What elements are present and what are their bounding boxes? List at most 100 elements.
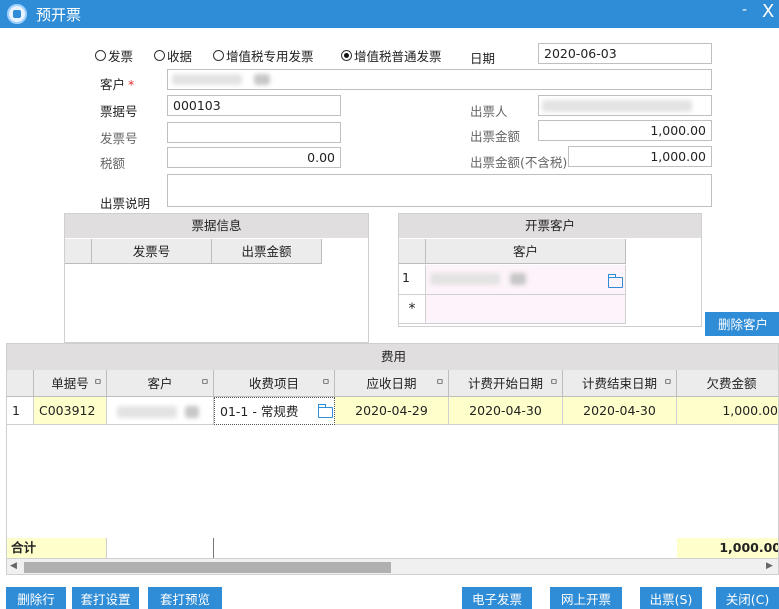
fee-item-cell[interactable]: 01-1 - 常规费 [214, 397, 335, 425]
column-invoice-no[interactable]: 发票号 [92, 239, 212, 264]
scroll-right-icon[interactable]: ▶ [766, 561, 773, 571]
note-field[interactable] [167, 174, 712, 207]
title-bar: 预开票 - X [0, 0, 779, 28]
close-window-button[interactable]: X [762, 1, 774, 22]
new-customer-cell[interactable] [426, 295, 626, 324]
pin-icon[interactable]: ㅁ [436, 370, 444, 397]
e-invoice-button[interactable]: 电子发票 [462, 587, 532, 609]
customer-label-text: 客户 [100, 77, 126, 92]
invoice-no-field[interactable] [167, 122, 341, 143]
pin-icon[interactable]: ㅁ [664, 370, 672, 397]
delete-customer-button[interactable]: 删除客户 [705, 312, 779, 336]
print-preview-button[interactable]: 套打预览 [148, 587, 222, 609]
column-issue-amount[interactable]: 出票金额 [212, 239, 322, 264]
note-label: 出票说明 [100, 196, 151, 211]
column-customer-label: 客户 [147, 376, 173, 391]
new-row-marker: * [399, 295, 426, 324]
delete-row-button[interactable]: 删除行 [6, 587, 66, 609]
column-customer[interactable]: 客户 [426, 239, 626, 264]
doc-no-cell[interactable]: C003912 [34, 397, 107, 425]
issue-amount-label: 出票金额 [470, 129, 521, 144]
column-doc-no[interactable]: 单据号ㅁ [34, 370, 107, 397]
pin-icon[interactable]: ㅁ [94, 370, 102, 397]
arrears-cell[interactable]: 1,000.00 [677, 397, 778, 425]
receipt-info-title: 票据信息 [65, 214, 368, 238]
customer-field[interactable] [167, 69, 712, 90]
radio-label: 收据 [167, 49, 193, 64]
radio-vat-special[interactable]: 增值税专用发票 [213, 46, 314, 65]
redacted-text [510, 273, 526, 285]
fee-item-value: 01-1 - 常规费 [220, 404, 299, 419]
radio-label: 增值税专用发票 [226, 49, 314, 64]
minimize-button[interactable]: - [742, 2, 747, 18]
column-end-date[interactable]: 计费结束日期ㅁ [563, 370, 677, 397]
column-due-date[interactable]: 应收日期 ㅁ [335, 370, 449, 397]
redacted-text [172, 74, 242, 85]
column-fee-item-label: 收费项目 [248, 376, 299, 391]
row-number: 1 [399, 265, 426, 295]
receipt-no-label: 票据号 [100, 104, 138, 119]
radio-dot-icon [95, 50, 106, 61]
invoice-no-label: 发票号 [100, 131, 138, 146]
pin-icon[interactable]: ㅁ [550, 370, 558, 397]
radio-invoice[interactable]: 发票 [95, 46, 133, 65]
column-customer[interactable]: 客户 ㅁ [107, 370, 214, 397]
customer-cell[interactable] [426, 265, 626, 295]
total-amount: 1,000.00 [677, 538, 778, 558]
online-invoice-button[interactable]: 网上开票 [550, 587, 622, 609]
app-logo-icon [7, 4, 27, 24]
redacted-text [185, 406, 199, 418]
amount-ex-tax-field[interactable]: 1,000.00 [568, 146, 712, 167]
issue-amount-field[interactable]: 1,000.00 [538, 120, 712, 141]
column-doc-no-label: 单据号 [51, 376, 89, 391]
date-field[interactable]: 2020-06-03 [538, 43, 712, 64]
radio-dot-icon [154, 50, 165, 61]
fee-title: 费用 [7, 344, 778, 370]
column-fee-item[interactable]: 收费项目 ㅁ [214, 370, 335, 397]
receipt-no-field[interactable]: 000103 [167, 95, 341, 116]
receipt-info-panel: 票据信息 发票号 出票金额 [64, 213, 369, 343]
folder-icon[interactable] [608, 274, 623, 288]
row-selector-header [65, 239, 92, 264]
fee-grid: 费用 单据号ㅁ 客户ㅁ 收费项目ㅁ 应收日期ㅁ 计费开始日期ㅁ 计费结束日期ㅁ … [6, 343, 779, 575]
redacted-text [542, 100, 692, 112]
radio-receipt[interactable]: 收据 [154, 46, 192, 65]
scrollbar-thumb[interactable] [24, 562, 391, 573]
scroll-left-icon[interactable]: ◀ [10, 561, 17, 571]
radio-label: 发票 [108, 49, 134, 64]
print-setup-button[interactable]: 套打设置 [72, 587, 139, 609]
redacted-text [430, 273, 500, 285]
redacted-text [117, 406, 177, 418]
folder-icon[interactable] [318, 404, 333, 418]
horizontal-scrollbar[interactable]: ◀ ▶ [7, 558, 778, 574]
close-button[interactable]: 关闭(C) [716, 587, 779, 609]
column-due-date-label: 应收日期 [366, 376, 417, 391]
column-end-date-label: 计费结束日期 [581, 376, 657, 391]
radio-label: 增值税普通发票 [354, 49, 442, 64]
issuer-field[interactable] [538, 95, 712, 116]
invoice-customer-panel: 开票客户 客户 1 * [398, 213, 702, 327]
pin-icon[interactable]: ㅁ [322, 370, 330, 397]
column-arrears[interactable]: 欠费金额 [677, 370, 778, 397]
row-number: 1 [7, 397, 34, 425]
amount-ex-tax-label: 出票金额(不含税) [470, 155, 568, 170]
radio-dot-icon [213, 50, 224, 61]
total-spacer [107, 538, 214, 558]
total-label: 合计 [7, 538, 107, 558]
issuer-label: 出票人 [470, 104, 508, 119]
issue-button[interactable]: 出票(S) [640, 587, 702, 609]
row-selector-header [7, 370, 34, 397]
tax-field[interactable]: 0.00 [167, 147, 341, 168]
column-start-date[interactable]: 计费开始日期ㅁ [449, 370, 563, 397]
due-date-cell[interactable]: 2020-04-29 [335, 397, 449, 425]
row-selector-header [399, 239, 426, 264]
redacted-text [254, 74, 270, 85]
radio-dot-selected-icon [341, 50, 352, 61]
tax-label: 税额 [100, 156, 126, 171]
start-date-cell[interactable]: 2020-04-30 [449, 397, 563, 425]
invoice-customer-title: 开票客户 [399, 214, 701, 238]
pin-icon[interactable]: ㅁ [201, 370, 209, 397]
customer-cell[interactable] [107, 397, 214, 425]
radio-vat-general[interactable]: 增值税普通发票 [341, 46, 442, 65]
end-date-cell[interactable]: 2020-04-30 [563, 397, 677, 425]
